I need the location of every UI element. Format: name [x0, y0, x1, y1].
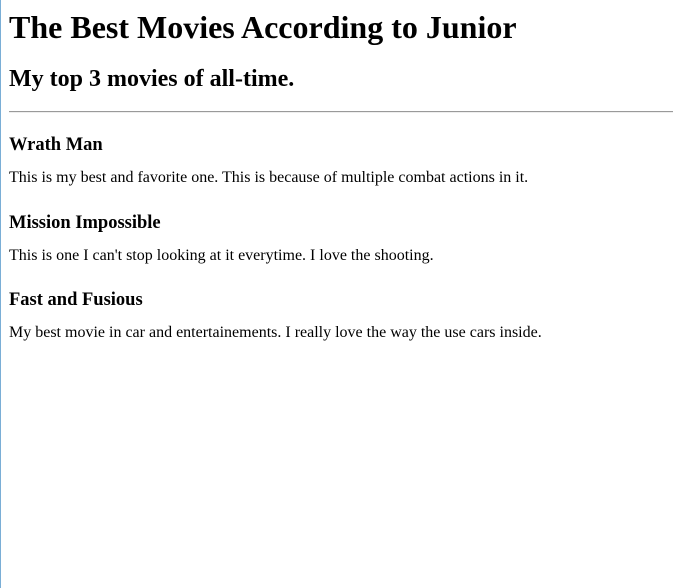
movie-item-fast-and-fusious: Fast and Fusious My best movie in car an…: [9, 289, 674, 341]
movie-item-mission-impossible: Mission Impossible This is one I can't s…: [9, 212, 674, 264]
movie-description: This is one I can't stop looking at it e…: [9, 247, 434, 264]
window-left-border: [0, 0, 1, 588]
page-title: The Best Movies According to Junior: [9, 9, 517, 45]
horizontal-divider: [9, 111, 673, 113]
movie-title: Fast and Fusious: [9, 290, 143, 310]
movie-title: Mission Impossible: [9, 213, 161, 233]
movie-item-wrath-man: Wrath Man This is my best and favorite o…: [9, 134, 674, 186]
movie-description: My best movie in car and entertainements…: [9, 324, 542, 341]
page-subtitle: My top 3 movies of all-time.: [9, 66, 295, 92]
movie-description: This is my best and favorite one. This i…: [9, 169, 529, 186]
movie-title: Wrath Man: [9, 135, 103, 155]
